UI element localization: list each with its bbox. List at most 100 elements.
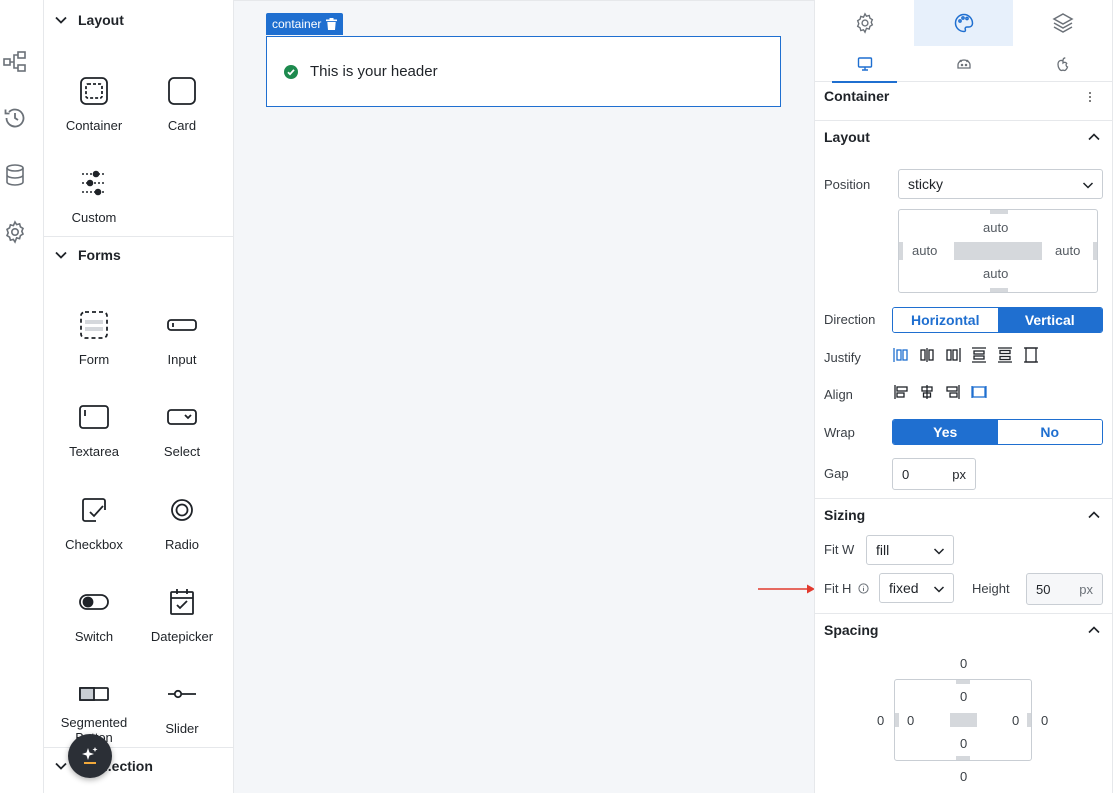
properties-main-tabs [815, 0, 1112, 46]
switch-icon [77, 585, 111, 619]
database-icon[interactable] [3, 163, 27, 187]
chevron-down-icon [933, 548, 945, 555]
fit-height-label: Fit H [824, 581, 869, 596]
position-left-value[interactable]: auto [912, 243, 937, 258]
component-select[interactable]: Select [138, 400, 226, 480]
component-label: Switch [74, 629, 114, 644]
justify-space-around-icon[interactable] [992, 345, 1018, 365]
segmented-button-icon [77, 677, 111, 711]
fit-height-select[interactable]: fixed [879, 573, 954, 603]
padding-left-value[interactable]: 0 [907, 713, 914, 728]
justify-start-icon[interactable] [888, 345, 914, 365]
position-offsets-editor: auto auto auto auto [898, 209, 1098, 293]
tab-ios[interactable] [1013, 46, 1112, 82]
sparkle-icon [82, 747, 98, 764]
component-switch[interactable]: Switch [50, 585, 138, 665]
position-bottom-value[interactable]: auto [983, 266, 1008, 281]
checkbox-icon [77, 493, 111, 527]
tab-layers[interactable] [1013, 0, 1112, 46]
chevron-up-icon[interactable] [1087, 623, 1101, 637]
chevron-down-icon [55, 16, 67, 24]
section-title: Forms [78, 247, 121, 263]
chevron-up-icon[interactable] [1087, 508, 1101, 522]
tab-android[interactable] [914, 46, 1013, 82]
fit-width-select[interactable]: fill [866, 535, 954, 565]
wrap-no-option[interactable]: No [997, 420, 1102, 444]
fit-width-value: fill [876, 542, 890, 558]
container-tag[interactable]: container [266, 13, 344, 35]
component-label: Textarea [69, 444, 119, 459]
layers-icon [1051, 13, 1074, 33]
monitor-icon [857, 57, 872, 71]
check-circle-icon [284, 64, 298, 79]
component-checkbox[interactable]: Checkbox [50, 493, 138, 573]
component-slider[interactable]: Slider [138, 677, 226, 757]
justify-space-between-icon[interactable] [966, 345, 992, 365]
component-container[interactable]: Container [50, 74, 138, 154]
wrap-label: Wrap [824, 425, 855, 440]
radio-icon [165, 493, 199, 527]
component-card[interactable]: Card [138, 74, 226, 154]
section-layout-header[interactable]: Layout [44, 2, 233, 38]
tab-settings[interactable] [815, 0, 914, 46]
direction-horizontal-option[interactable]: Horizontal [893, 308, 998, 332]
direction-vertical-option[interactable]: Vertical [997, 308, 1102, 332]
more-options-icon[interactable] [1085, 88, 1095, 106]
align-center-icon[interactable] [914, 382, 940, 402]
history-icon[interactable] [3, 106, 27, 130]
info-icon[interactable] [858, 583, 869, 594]
settings-icon[interactable] [3, 220, 27, 244]
position-right-value[interactable]: auto [1055, 243, 1080, 258]
component-input[interactable]: Input [138, 308, 226, 388]
component-textarea[interactable]: Textarea [50, 400, 138, 480]
height-input[interactable]: 50 px [1026, 573, 1103, 605]
margin-left-value[interactable]: 0 [877, 713, 884, 728]
padding-top-value[interactable]: 0 [960, 689, 967, 704]
position-label: Position [824, 177, 871, 192]
component-radio[interactable]: Radio [138, 493, 226, 573]
device-tabs [815, 46, 1112, 83]
align-options [888, 382, 992, 402]
design-canvas[interactable]: container This is your header [234, 0, 814, 793]
height-value: 50 [1036, 581, 1051, 597]
align-start-icon[interactable] [888, 382, 914, 402]
justify-stretch-icon[interactable] [1018, 345, 1044, 365]
header-text[interactable]: This is your header [310, 63, 438, 80]
container-icon [77, 74, 111, 108]
chevron-down-icon [55, 251, 67, 259]
align-end-icon[interactable] [940, 382, 966, 402]
wrap-yes-option[interactable]: Yes [893, 420, 998, 444]
workflow-icon[interactable] [3, 50, 27, 74]
textarea-icon [77, 400, 111, 434]
container-element[interactable]: This is your header [266, 36, 781, 107]
tab-desktop[interactable] [815, 46, 914, 83]
position-value: sticky [908, 176, 943, 192]
justify-center-icon[interactable] [914, 345, 940, 365]
component-label: Select [163, 444, 201, 459]
components-panel: Layout Container Card Custom Forms Form … [44, 0, 234, 793]
padding-right-value[interactable]: 0 [1012, 713, 1019, 728]
gap-input[interactable]: 0 px [892, 458, 976, 490]
component-datepicker[interactable]: Datepicker [138, 585, 226, 665]
chevron-up-icon[interactable] [1087, 130, 1101, 144]
position-select[interactable]: sticky [898, 169, 1103, 199]
direction-toggle: Horizontal Vertical [892, 307, 1103, 333]
justify-end-icon[interactable] [940, 345, 966, 365]
component-custom[interactable]: Custom [50, 166, 138, 246]
justify-label: Justify [824, 350, 861, 365]
padding-bottom-value[interactable]: 0 [960, 736, 967, 751]
section-forms-header[interactable]: Forms [44, 237, 233, 273]
component-form[interactable]: Form [50, 308, 138, 388]
component-label: Custom [71, 210, 117, 225]
margin-top-value[interactable]: 0 [960, 656, 967, 671]
gap-label: Gap [824, 466, 849, 481]
margin-right-value[interactable]: 0 [1041, 713, 1048, 728]
ai-assistant-button[interactable] [68, 734, 112, 778]
trash-icon[interactable] [326, 18, 338, 30]
padding-editor: 0 0 0 0 [894, 679, 1032, 761]
tab-style[interactable] [914, 0, 1013, 46]
margin-bottom-value[interactable]: 0 [960, 769, 967, 784]
align-stretch-icon[interactable] [966, 382, 992, 402]
position-top-value[interactable]: auto [983, 220, 1008, 235]
chevron-down-icon [1082, 182, 1094, 189]
